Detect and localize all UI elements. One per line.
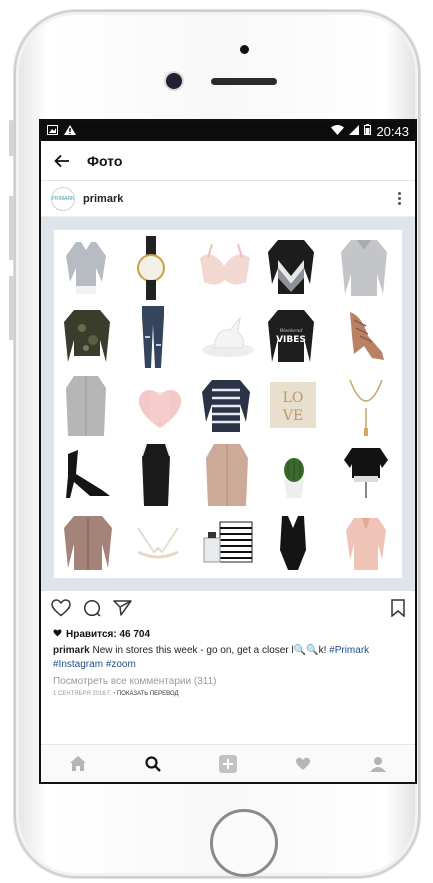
back-arrow-icon[interactable]	[51, 150, 73, 172]
post-photo[interactable]: Weekend VIBES LO VE	[41, 217, 415, 591]
app-bar: Фото	[41, 141, 415, 181]
likes-count: Нравится: 46 704	[66, 629, 151, 640]
love-cushion-item: LO VE	[270, 382, 316, 428]
signal-icon	[349, 124, 360, 138]
post-header: PRIMARK primark	[41, 181, 415, 217]
watch-item	[137, 236, 165, 300]
grey-sweater-item	[66, 242, 106, 294]
heart-candle-item	[138, 390, 182, 428]
status-time: 20:43	[376, 123, 409, 139]
love-cushion-print-top: LO	[283, 390, 304, 406]
camo-sweater-item	[64, 310, 110, 362]
app-screen: 20:43 Фото PRIMARK primark WeekendVIBES	[39, 119, 417, 784]
nav-add-post[interactable]	[213, 749, 243, 779]
status-bar: 20:43	[41, 121, 415, 141]
share-send-icon[interactable]	[113, 599, 132, 622]
perfume-box-item	[203, 521, 253, 563]
cactus-pot-item	[284, 458, 304, 498]
caption-username[interactable]: primark	[53, 645, 90, 656]
comment-icon[interactable]	[83, 599, 101, 622]
hashtag-primark[interactable]: #Primark	[329, 645, 369, 656]
ripped-jeans-item	[142, 306, 164, 368]
caption-text: New in stores this week - go on, get a c…	[92, 645, 294, 656]
battery-icon	[364, 124, 372, 138]
trench-coat-item	[206, 444, 248, 506]
hashtag-zoom[interactable]: #zoom	[106, 659, 136, 670]
avatar-logo-text: PRIMARK	[51, 195, 75, 202]
search-icon	[145, 755, 162, 772]
nav-search[interactable]	[138, 749, 168, 779]
page-title: Фото	[87, 152, 123, 169]
volume-up-button[interactable]	[9, 196, 14, 260]
lace-bralette-item	[137, 527, 179, 559]
proximity-sensor	[240, 45, 249, 54]
post-date: 1 СЕНТЯБРЯ 2016 Г.	[53, 691, 112, 697]
crop-top-item	[344, 448, 388, 498]
home-icon	[70, 756, 87, 771]
front-camera	[166, 73, 182, 89]
bodysuit-item	[280, 516, 306, 570]
unicorn-dish-item	[202, 316, 254, 357]
earpiece-speaker	[211, 78, 277, 85]
post-username[interactable]: primark	[83, 193, 123, 205]
more-options-icon[interactable]	[394, 188, 405, 209]
bookmark-icon[interactable]	[391, 598, 405, 622]
wifi-icon	[331, 124, 345, 138]
vibes-sweatshirt-item: WeekendVIBES	[268, 310, 314, 362]
slip-dress-item	[141, 443, 171, 506]
vibes-print: VIBES	[276, 335, 306, 345]
pink-blouse-item	[346, 518, 386, 570]
photo-collage: Weekend VIBES LO VE	[54, 230, 402, 578]
bomber-jacket-item	[64, 516, 112, 570]
heart-icon[interactable]	[51, 598, 71, 622]
striped-top-item	[202, 380, 250, 432]
show-translation-link[interactable]: ПОКАЗАТЬ ПЕРЕВОД	[117, 691, 179, 697]
likes-row[interactable]: Нравится: 46 704	[41, 629, 415, 640]
grey-coat-item	[66, 376, 106, 436]
bottom-navigation	[41, 744, 415, 782]
warning-icon	[64, 124, 76, 138]
necklace-item	[349, 379, 383, 436]
post-actions	[41, 591, 415, 629]
caption-text-end: k!	[318, 645, 327, 656]
gallery-notification-icon	[47, 124, 58, 138]
svg-text:Weekend: Weekend	[279, 328, 302, 334]
mute-switch[interactable]	[9, 120, 14, 156]
love-cushion-print-bottom: VE	[282, 408, 303, 424]
nav-profile[interactable]	[363, 749, 393, 779]
nav-home[interactable]	[63, 749, 93, 779]
pink-bra-item	[200, 244, 250, 285]
hashtag-instagram[interactable]: #Instagram	[53, 659, 103, 670]
black-sandals-item	[66, 450, 110, 498]
add-post-icon	[218, 754, 237, 773]
post-meta: 1 СЕНТЯБРЯ 2016 Г. • ПОКАЗАТЬ ПЕРЕВОД	[41, 687, 415, 697]
activity-heart-icon	[295, 757, 310, 770]
profile-icon	[369, 756, 386, 772]
view-all-comments-link[interactable]: Посмотреть все комментарии (311)	[41, 672, 415, 687]
magnifier-emoji: 🔍🔍	[293, 645, 319, 656]
small-heart-icon	[53, 629, 62, 640]
tan-heels-item	[350, 312, 384, 360]
avatar[interactable]: PRIMARK	[51, 186, 75, 211]
home-button[interactable]	[210, 809, 278, 877]
nav-activity[interactable]	[288, 749, 318, 779]
grey-shirt-item	[341, 240, 387, 296]
chevron-sweater-item	[268, 240, 314, 294]
post-caption: primark New in stores this week - go on,…	[41, 640, 415, 672]
volume-down-button[interactable]	[9, 276, 14, 340]
